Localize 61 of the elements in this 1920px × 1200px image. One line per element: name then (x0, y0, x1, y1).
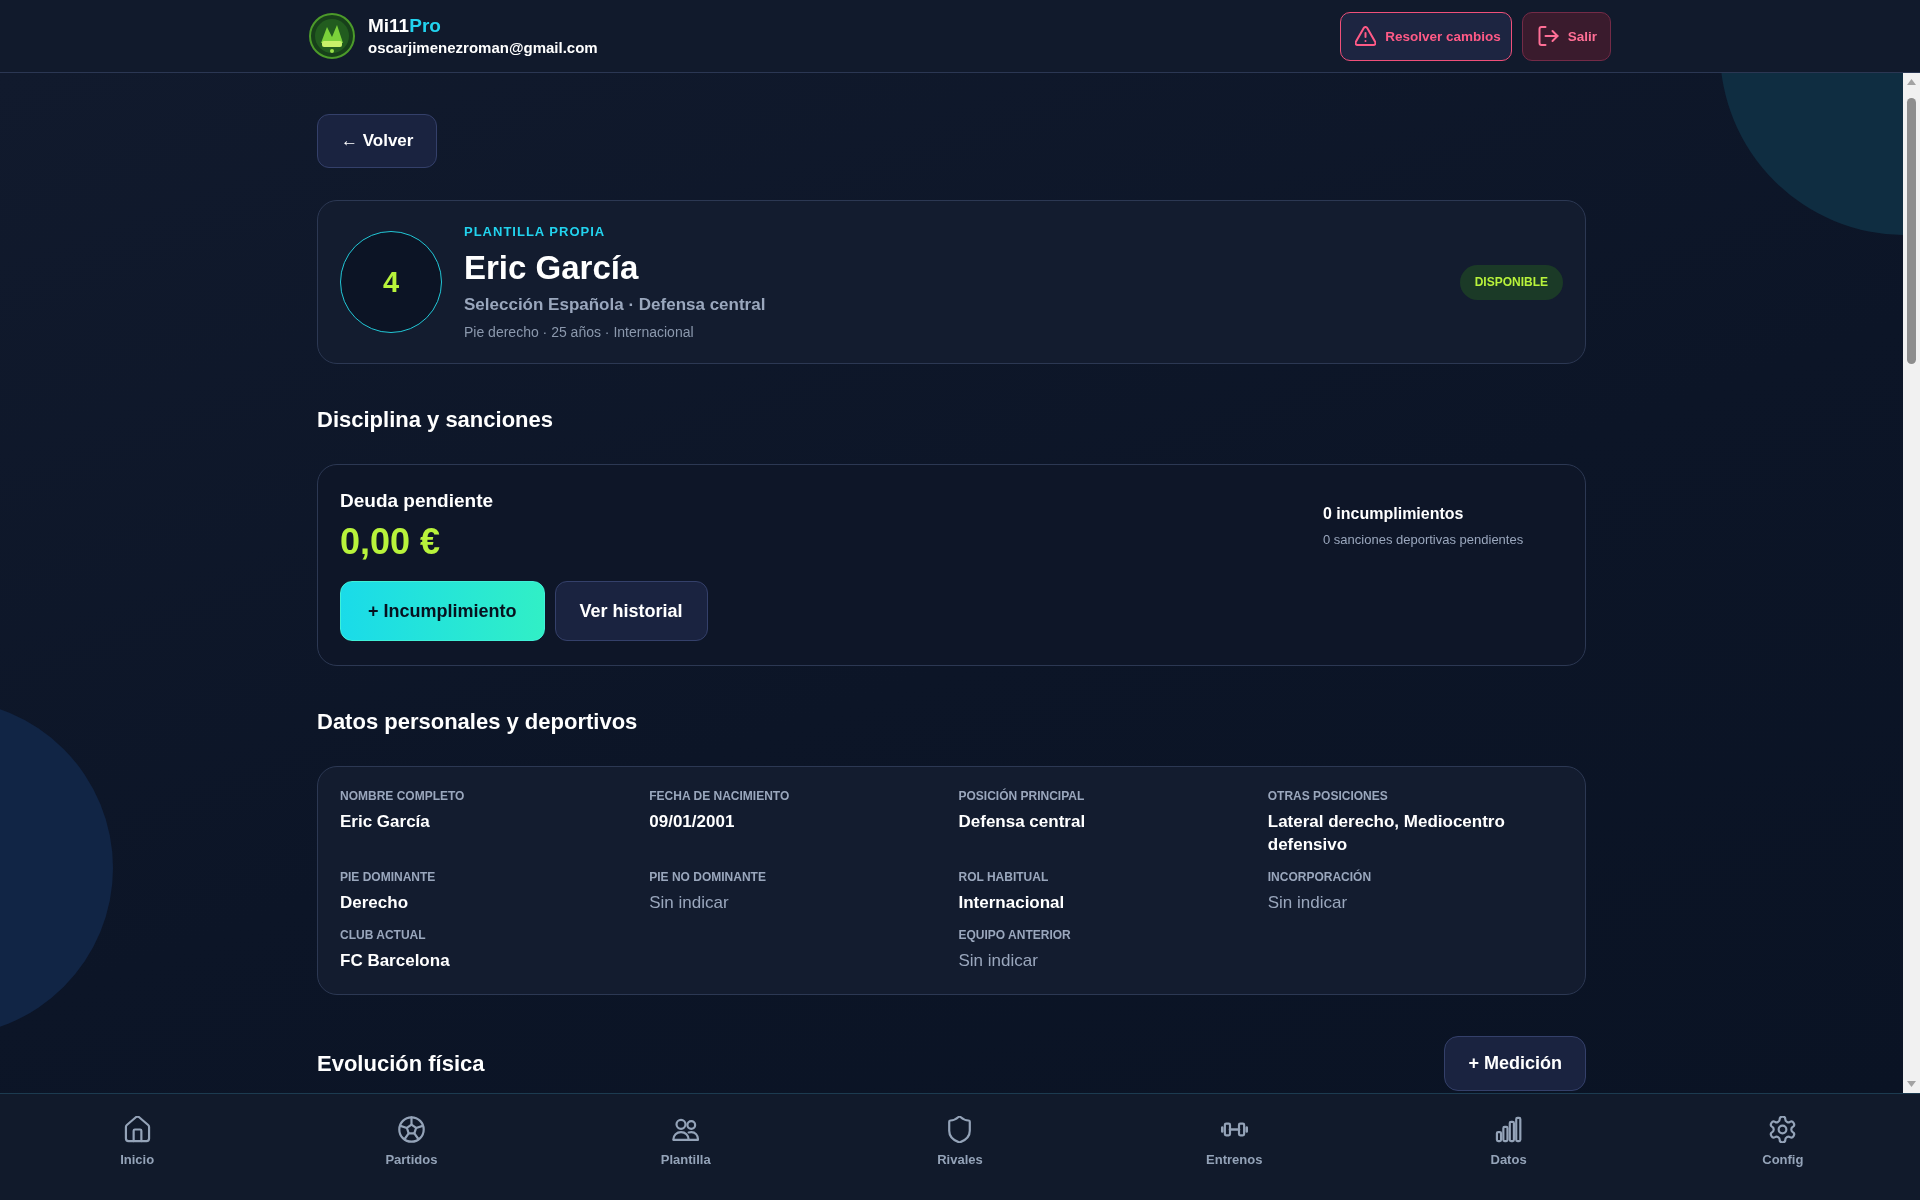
nav-tab[interactable]: Entrenos (1202, 1116, 1267, 1168)
section-title: Evolución física (317, 1049, 485, 1078)
field-value: Sin indicar (958, 950, 1038, 972)
bar-chart-icon (1495, 1116, 1523, 1143)
breach-count: 0 incumplimientos (1323, 504, 1465, 524)
history-button[interactable]: Ver historial (554, 581, 708, 641)
section-title: Disciplina y sanciones (317, 406, 554, 434)
field-label: ROL HABITUAL (958, 870, 1049, 885)
field-label: CLUB ACTUAL (340, 928, 426, 943)
field-value: Derecho (340, 892, 409, 914)
field-value: Sin indicar (1267, 892, 1348, 914)
shirt-number: 4 (340, 231, 442, 333)
player-name: Eric García (464, 247, 640, 288)
up-arrow-icon[interactable] (1907, 79, 1916, 85)
nav-tab[interactable]: Datos (1486, 1116, 1531, 1168)
scrollbar-thumb[interactable] (1907, 98, 1916, 364)
resolve-changes-button[interactable]: Resolver cambios (1340, 11, 1512, 61)
status-badge: DISPONIBLE (1459, 264, 1563, 300)
warning-icon (1355, 26, 1377, 46)
field-label: POSICIÓN PRINCIPAL (958, 789, 1085, 804)
add-measurement-button[interactable]: + Medición (1444, 1036, 1586, 1091)
field-value: Internacional (958, 892, 1065, 914)
field-value: 09/01/2001 (649, 811, 735, 833)
player-details: Pie derecho · 25 años · Internacional (464, 322, 695, 341)
nav-tab[interactable]: Plantilla (656, 1116, 715, 1168)
home-icon (123, 1116, 151, 1143)
app-title: Mi11Pro (368, 15, 442, 37)
down-arrow-icon[interactable] (1907, 1081, 1916, 1087)
nav-tab[interactable]: Partidos (381, 1116, 442, 1168)
field-label: OTRAS POSICIONES (1267, 789, 1388, 804)
shield-icon (946, 1116, 974, 1143)
back-button[interactable]: ← Volver (317, 114, 438, 168)
field-label: INCORPORACIÓN (1267, 870, 1372, 885)
soccer-ball-icon (397, 1116, 425, 1143)
field-value: Sin indicar (649, 892, 729, 914)
field-value: Lateral derecho, Mediocentro defensivo (1267, 811, 1506, 856)
nav-tab[interactable]: Rivales (933, 1116, 987, 1168)
squad-label: PLANTILLA PROPIA (464, 223, 607, 240)
field-value: Defensa central (958, 811, 1086, 833)
logout-button[interactable]: Salir (1521, 11, 1611, 61)
section-title: Datos personales y deportivos (317, 708, 639, 736)
user-email: oscarjimenezroman@gmail.com (368, 39, 598, 57)
settings-icon (1769, 1116, 1797, 1143)
people-icon (672, 1116, 700, 1143)
scrollbar[interactable] (1903, 73, 1920, 1093)
logo-icon (309, 13, 355, 59)
nav-tab[interactable]: Inicio (116, 1116, 159, 1168)
sanction-count: 0 sanciones deportivas pendientes (1323, 532, 1525, 548)
field-label: NOMBRE COMPLETO (340, 789, 465, 804)
field-label: FECHA DE NACIMIENTO (649, 789, 790, 804)
field-value: Eric García (340, 811, 430, 833)
debt-label: Deuda pendiente (340, 489, 495, 513)
logout-icon (1537, 26, 1559, 46)
nav-tab[interactable]: Config (1758, 1116, 1808, 1168)
field-label: EQUIPO ANTERIOR (958, 928, 1071, 943)
field-label: PIE NO DOMINANTE (649, 870, 766, 885)
field-label: PIE DOMINANTE (340, 870, 436, 885)
debt-amount: 0,00 € (340, 521, 442, 563)
add-incident-button[interactable]: + Incumplimiento (340, 581, 545, 641)
field-value: FC Barcelona (340, 950, 450, 972)
player-subtitle: Selección Española · Defensa central (464, 293, 767, 316)
